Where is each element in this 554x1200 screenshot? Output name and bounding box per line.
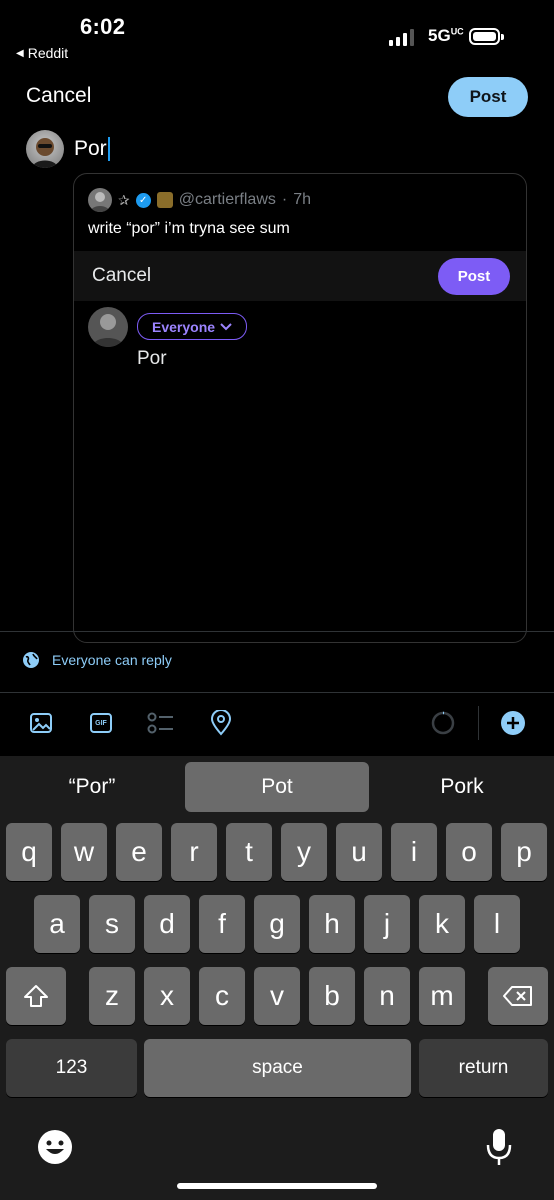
location-icon[interactable] <box>207 709 235 737</box>
key-d[interactable]: d <box>144 895 190 953</box>
home-indicator <box>177 1183 377 1189</box>
quoted-post-time: 7h <box>293 191 312 208</box>
microphone-icon[interactable] <box>485 1127 513 1172</box>
back-to-app-link[interactable]: ◀ Reddit <box>16 45 68 61</box>
compose-input[interactable]: Por <box>74 137 110 161</box>
key-h[interactable]: h <box>309 895 355 953</box>
emoji-icon[interactable] <box>37 1129 73 1170</box>
battery-icon <box>469 28 504 45</box>
key-b[interactable]: b <box>309 967 355 1025</box>
network-sup: UC <box>450 26 464 37</box>
key-p[interactable]: p <box>501 823 547 881</box>
key-y[interactable]: y <box>281 823 327 881</box>
toolbar-divider <box>478 706 479 740</box>
suggestion-3[interactable]: Pork <box>370 762 554 812</box>
inner-post-button: Post <box>438 258 510 295</box>
cellular-signal-icon <box>389 28 414 46</box>
quoted-author-avatar <box>88 188 112 212</box>
text-caret <box>107 137 110 161</box>
separator-dot: · <box>281 191 288 208</box>
key-x[interactable]: x <box>144 967 190 1025</box>
shift-icon <box>24 985 48 1007</box>
backspace-icon <box>503 986 532 1006</box>
key-r[interactable]: r <box>171 823 217 881</box>
status-time: 6:02 <box>80 14 126 39</box>
key-q[interactable]: q <box>6 823 52 881</box>
inner-compose-text: Por <box>137 348 167 369</box>
poll-icon[interactable] <box>147 709 175 737</box>
key-e[interactable]: e <box>116 823 162 881</box>
keyboard: “Por” Pot Pork q w e r t y u i o p a s d… <box>0 756 554 1200</box>
key-c[interactable]: c <box>199 967 245 1025</box>
cancel-button[interactable]: Cancel <box>26 84 91 108</box>
divider <box>0 692 554 693</box>
key-g[interactable]: g <box>254 895 300 953</box>
key-f[interactable]: f <box>199 895 245 953</box>
gif-label: GIF <box>95 719 107 727</box>
key-s[interactable]: s <box>89 895 135 953</box>
network-type: 5GUC <box>428 26 464 46</box>
numbers-key[interactable]: 123 <box>6 1039 137 1097</box>
key-u[interactable]: u <box>336 823 382 881</box>
character-counter-icon <box>429 709 457 737</box>
post-button[interactable]: Post <box>448 77 528 117</box>
suggestion-2[interactable]: Pot <box>185 762 369 812</box>
key-z[interactable]: z <box>89 967 135 1025</box>
key-j[interactable]: j <box>364 895 410 953</box>
chevron-down-icon <box>220 322 232 330</box>
quoted-post-header: ✰ ✓ @cartierflaws · 7h <box>88 188 311 212</box>
key-w[interactable]: w <box>61 823 107 881</box>
key-n[interactable]: n <box>364 967 410 1025</box>
quoted-compose-screenshot: Cancel Post Everyone Por <box>74 251 526 642</box>
inner-cancel-button: Cancel <box>92 265 152 286</box>
gif-icon[interactable]: GIF <box>87 709 115 737</box>
affiliate-badge-icon <box>156 192 173 208</box>
key-o[interactable]: o <box>446 823 492 881</box>
delete-key[interactable] <box>488 967 548 1025</box>
verified-badge-icon: ✓ <box>135 192 151 208</box>
quoted-post-card[interactable]: ✰ ✓ @cartierflaws · 7h write “por” i’m t… <box>73 173 527 643</box>
key-a[interactable]: a <box>34 895 80 953</box>
key-m[interactable]: m <box>419 967 465 1025</box>
space-key[interactable]: space <box>144 1039 411 1097</box>
add-thread-icon[interactable] <box>499 709 527 737</box>
key-t[interactable]: t <box>226 823 272 881</box>
inner-avatar <box>88 307 128 347</box>
globe-icon <box>23 652 39 668</box>
audience-selector: Everyone <box>137 313 248 340</box>
reply-setting-label: Everyone can reply <box>52 652 172 668</box>
star-glyph-icon: ✰ <box>118 191 130 208</box>
user-avatar <box>26 130 64 168</box>
back-app-label: Reddit <box>27 45 69 61</box>
key-i[interactable]: i <box>391 823 437 881</box>
key-v[interactable]: v <box>254 967 300 1025</box>
compose-text: Por <box>74 137 107 160</box>
back-triangle-icon: ◀ <box>16 47 24 59</box>
return-key[interactable]: return <box>419 1039 548 1097</box>
reply-setting-button[interactable]: Everyone can reply <box>22 651 172 669</box>
key-l[interactable]: l <box>474 895 520 953</box>
shift-key[interactable] <box>6 967 66 1025</box>
quoted-post-text: write “por” i’m tryna see sum <box>88 220 290 237</box>
divider <box>0 631 554 632</box>
network-label: 5G <box>428 26 451 45</box>
quoted-author-handle: @cartierflaws <box>178 191 276 208</box>
image-icon[interactable] <box>27 709 55 737</box>
key-k[interactable]: k <box>419 895 465 953</box>
suggestion-1[interactable]: “Por” <box>0 762 184 812</box>
audience-label: Everyone <box>152 318 216 335</box>
